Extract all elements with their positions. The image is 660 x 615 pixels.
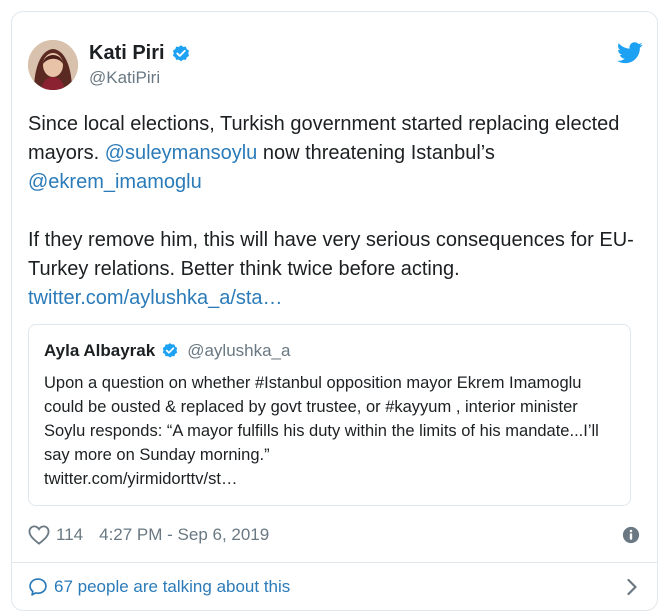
author-handle[interactable]: @KatiPiri bbox=[89, 68, 160, 88]
tweet-link[interactable]: twitter.com/aylushka_a/sta… bbox=[28, 287, 283, 309]
twitter-bird-icon[interactable] bbox=[617, 42, 643, 64]
verified-badge-icon bbox=[163, 343, 178, 358]
timestamp[interactable]: 4:27 PM - Sep 6, 2019 bbox=[99, 525, 269, 545]
talking-about-label[interactable]: 67 people are talking about this bbox=[54, 577, 290, 597]
verified-badge-icon bbox=[172, 44, 189, 61]
quoted-tweet-header: Ayla Albayrak @aylushka_a bbox=[44, 341, 290, 361]
tweet-text-part: If they remove him, this will have very … bbox=[28, 229, 634, 280]
author-name[interactable]: Kati Piri bbox=[89, 42, 191, 65]
tweet-card: Kati Piri @KatiPiri Since local election… bbox=[11, 11, 658, 611]
avatar[interactable] bbox=[28, 40, 78, 90]
chevron-right-icon[interactable] bbox=[626, 578, 638, 596]
tweet-footer: 114 4:27 PM - Sep 6, 2019 bbox=[28, 520, 640, 550]
quoted-tweet-body: Upon a question on whether #Istanbul opp… bbox=[44, 374, 599, 464]
quoted-tweet[interactable]: Ayla Albayrak @aylushka_a Upon a questio… bbox=[28, 324, 631, 506]
author-name-text[interactable]: Kati Piri bbox=[89, 42, 165, 65]
like-count[interactable]: 114 bbox=[56, 525, 83, 545]
quoted-tweet-link[interactable]: twitter.com/yirmidorttv/st… bbox=[44, 467, 619, 491]
tweet-text-part: now threatening Istanbul’s bbox=[257, 142, 495, 164]
tweet-text: Since local elections, Turkish governmen… bbox=[28, 110, 638, 313]
speech-bubble-icon bbox=[29, 578, 47, 596]
divider bbox=[12, 562, 657, 563]
tweet-paragraph-1: Since local elections, Turkish governmen… bbox=[28, 110, 638, 197]
heart-icon[interactable] bbox=[28, 525, 50, 545]
mention-suleymansoylu-link[interactable]: @suleymansoylu bbox=[105, 142, 258, 164]
quoted-author-name[interactable]: Ayla Albayrak bbox=[44, 341, 155, 361]
mention-ekrem-imamoglu-link[interactable]: @ekrem_imamoglu bbox=[28, 171, 202, 193]
info-icon[interactable] bbox=[622, 526, 640, 544]
quoted-tweet-text: Upon a question on whether #Istanbul opp… bbox=[44, 371, 619, 491]
tweet-paragraph-2: If they remove him, this will have very … bbox=[28, 226, 638, 313]
quoted-author-handle[interactable]: @aylushka_a bbox=[187, 341, 290, 361]
talking-about-link[interactable]: 67 people are talking about this bbox=[28, 572, 640, 602]
